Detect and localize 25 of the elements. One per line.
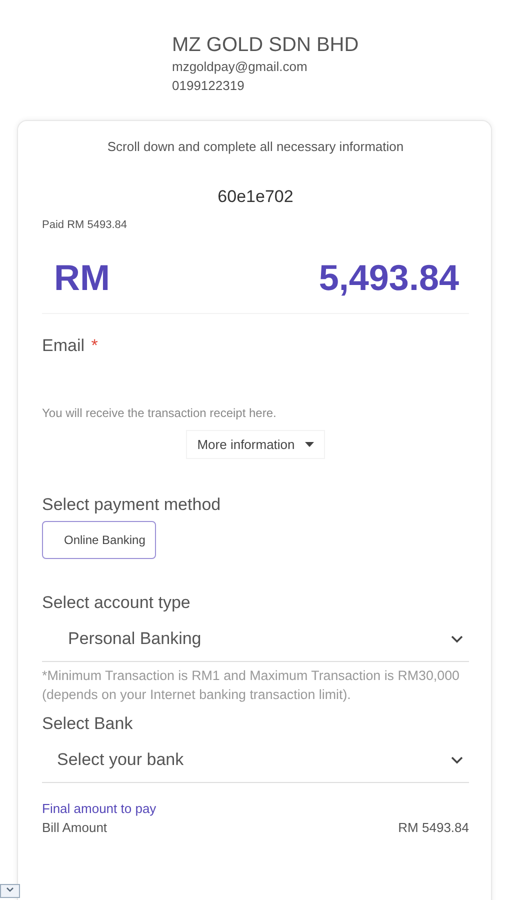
bank-dropdown[interactable]: Select your bank <box>42 740 469 783</box>
bank-label: Select Bank <box>42 714 134 734</box>
currency-label: RM <box>54 257 110 299</box>
caret-icon <box>304 442 314 447</box>
account-type-label: Select account type <box>42 593 192 613</box>
amount-value: 5,493.84 <box>318 257 459 299</box>
summary-value: RM 5493.84 <box>398 820 469 835</box>
required-mark: * <box>91 336 98 355</box>
more-information-button[interactable]: More information <box>186 430 325 459</box>
merchant-name: MZ GOLD SDN BHD <box>172 33 360 57</box>
paid-note: Paid RM 5493.84 <box>42 219 128 231</box>
email-label: Email <box>42 336 85 355</box>
final-amount-title: Final amount to pay <box>42 801 158 816</box>
notice-text: Scroll down and complete all necessary information <box>106 139 405 154</box>
payment-method-label: Select payment method <box>42 495 222 515</box>
reference-code: 60e1e702 <box>216 187 294 207</box>
merchant-phone: 0199122319 <box>172 77 246 95</box>
payment-method-option[interactable]: Online Banking <box>42 521 156 559</box>
account-type-dropdown[interactable]: Personal Banking <box>42 619 469 662</box>
summary-label: Bill Amount <box>42 820 108 835</box>
merchant-email: mzgoldpay@gmail.com <box>172 58 308 76</box>
chevron-down-icon <box>451 756 463 764</box>
chevron-down-icon <box>451 635 463 643</box>
helper-text: You will receive the transaction receipt here. <box>42 406 278 420</box>
limit-note: *Minimum Transaction is RM1 and Maximum Transaction is RM30,000 (depends on your Internet banking transaction limit). <box>42 667 460 704</box>
